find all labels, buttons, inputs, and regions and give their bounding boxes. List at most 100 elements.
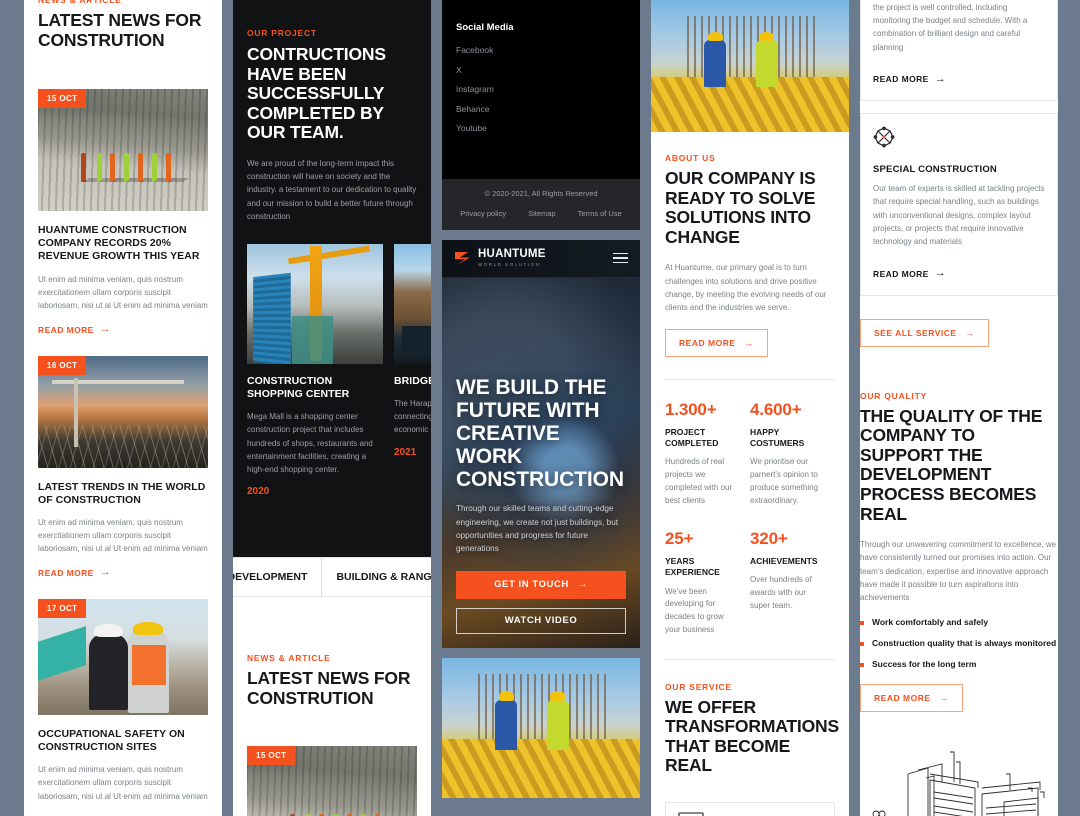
column-service-quality: the project is well controlled, includin… (860, 0, 1058, 816)
project-card[interactable]: CONSTRUCTION SHOPPING CENTER Mega Mall i… (247, 243, 383, 497)
project-card-text: The Harapan important brid connecting tw… (394, 399, 431, 435)
get-in-touch-button[interactable]: GET IN TOUCH → (456, 570, 626, 599)
news-post[interactable]: 15 OCT HUANTUME CONSTRUCTION COMPANY REC… (24, 89, 222, 337)
footer-social-links[interactable]: Facebook X Instagram Behance Youtube (456, 45, 626, 133)
worker-green (755, 31, 778, 88)
quality-heading: THE QUALITY OF THE COMPANY TO SUPPORT TH… (860, 405, 1043, 524)
tab-building-range[interactable]: BUILDING & RANG (321, 558, 431, 597)
hero-secondary-image (442, 657, 640, 798)
scaffolding (291, 315, 333, 364)
project-card-rail[interactable]: CONSTRUCTION SHOPPING CENTER Mega Mall i… (233, 222, 431, 498)
social-link-x[interactable]: X (456, 65, 626, 75)
about-paragraph: At Huantume, our primary goal is to turn… (665, 263, 827, 312)
stat-item: 1.300+ PROJECT COMPLETED Hundreds of rea… (665, 400, 750, 507)
stat-value: 4.600+ (750, 400, 802, 420)
read-more-label: READ MORE (679, 338, 736, 349)
post-title: LATEST TRENDS IN THE WORLD OF CONSTRUCTI… (38, 480, 206, 506)
site-lattice (38, 425, 208, 468)
about-heading: OUR COMPANY IS READY TO SOLVE SOLUTIONS … (665, 168, 816, 247)
service-read-more[interactable]: READ MORE → (873, 268, 946, 279)
service-tab-strip[interactable]: TION & DEVELOPMENT BUILDING & RANG (233, 557, 431, 598)
stat-label: PROJECT COMPLETED (665, 427, 719, 449)
stat-value: 1.300+ (665, 400, 717, 420)
post-read-more[interactable]: READ MORE → (38, 324, 111, 335)
column-news: NEWS & ARTICLE LATEST NEWS FOR CONSTRUTI… (24, 0, 222, 816)
social-link-instagram[interactable]: Instagram (456, 84, 626, 94)
post-excerpt: Ut enim ad minima veniam, quis nostrum e… (38, 765, 208, 801)
arrow-right-icon: → (99, 566, 112, 579)
menu-hamburger-icon[interactable] (613, 250, 628, 267)
service-heading: WE OFFER TRANSFORMATIONS THAT BECOME REA… (665, 696, 839, 776)
read-more-label: READ MORE (873, 268, 929, 279)
project-card-text: Mega Mall is a shopping center construct… (247, 412, 373, 474)
footer-social: Social Media Facebook X Instagram Behanc… (442, 0, 640, 179)
glass-tower (253, 272, 292, 364)
social-link-facebook[interactable]: Facebook (456, 45, 626, 55)
footer-legal-bar: © 2020-2021, All Rights Reserved Privacy… (442, 178, 640, 230)
bullet-text: Construction quality that is always moni… (872, 638, 1057, 649)
project-card[interactable]: BRIDGE CONSTRUC The Harapan important br… (394, 243, 431, 497)
post-read-more[interactable]: READ MORE → (38, 567, 111, 578)
quality-bullet: Work comfortably and safely (860, 617, 1058, 627)
legal-link-sitemap[interactable]: Sitemap (528, 209, 556, 218)
social-link-behance[interactable]: Behance (456, 104, 626, 114)
read-more-label: READ MORE (874, 693, 931, 704)
worker-green (546, 690, 569, 750)
see-all-service-button[interactable]: SEE ALL SERVICE → (860, 318, 989, 347)
about-read-more-button[interactable]: READ MORE → (665, 329, 768, 358)
project-news-block: NEWS & ARTICLE LATEST NEWS FOR CONSTRUTI… (233, 597, 431, 816)
project-dark-spacer (233, 497, 431, 558)
social-link-youtube[interactable]: Youtube (456, 123, 626, 133)
see-all-label: SEE ALL SERVICE (874, 327, 957, 338)
brand-name: HUANTUME (478, 247, 546, 260)
quality-bullet: Construction quality that is always moni… (860, 638, 1058, 648)
service-card-partial[interactable] (665, 802, 835, 816)
project-heading: CONTRUCTIONS HAVE BEEN SUCCESSFULLY COMP… (247, 44, 386, 143)
stat-value: 320+ (750, 529, 788, 549)
stat-description: Over hundreds of awards with our super t… (750, 575, 812, 611)
post-date-badge: 15 OCT (247, 746, 296, 766)
news-post[interactable]: 17 OCT OCCUPATIONAL SAFETY ON CONSTRUCTI… (24, 598, 222, 816)
service-card-special[interactable]: SPECIAL CONSTRUCTION Our team of experts… (860, 113, 1058, 296)
worker-blue (495, 690, 518, 750)
hero-paragraph: Through our skilled teams and cutting-ed… (456, 504, 619, 554)
project-hero: OUR PROJECT CONTRUCTIONS HAVE BEEN SUCCE… (233, 0, 431, 223)
news-post[interactable]: 16 OCT LATEST TRENDS IN THE WORLD OF CON… (24, 355, 222, 581)
service-card-text: the project is well controlled, includin… (873, 3, 1028, 52)
watch-video-label: WATCH VIDEO (504, 615, 578, 626)
quality-paragraph: Through our unwavering commitment to exc… (860, 540, 1057, 602)
service-eyebrow: OUR SERVICE (665, 681, 732, 692)
hero-title: WE BUILD THE FUTURE WITH CREATIVE WORK C… (456, 375, 624, 492)
quality-read-more-button[interactable]: READ MORE → (860, 684, 963, 713)
safety-vest (131, 645, 166, 685)
service-card-cropped[interactable]: the project is well controlled, includin… (860, 0, 1058, 102)
workers-group (53, 152, 192, 182)
skyline-sketch-icon (872, 751, 1045, 816)
stat-label: HAPPY COSTUMERS (750, 427, 805, 449)
brand-logo[interactable]: HUANTUME WORLD SOLUTION (454, 247, 546, 267)
legal-link-privacy[interactable]: Privacy policy (460, 209, 506, 218)
yellow-formwork (442, 738, 640, 798)
legal-link-terms[interactable]: Terms of Use (578, 209, 622, 218)
stat-description: Hundreds of real projects we completed w… (665, 457, 733, 505)
bullet-text: Work comfortably and safely (872, 617, 989, 628)
post-image: 16 OCT (38, 355, 208, 468)
stat-item: 320+ ACHIEVEMENTS Over hundreds of award… (750, 529, 835, 636)
tab-construction-development[interactable]: TION & DEVELOPMENT (233, 558, 321, 596)
service-read-more[interactable]: READ MORE → (873, 72, 947, 85)
watch-video-button[interactable]: WATCH VIDEO (456, 607, 626, 634)
post-date-badge: 17 OCT (38, 598, 87, 618)
read-more-label: READ MORE (38, 324, 94, 335)
legal-links[interactable]: Privacy policy Sitemap Terms of Use (442, 209, 640, 218)
yellow-formwork (651, 76, 849, 132)
read-more-label: READ MORE (873, 74, 929, 85)
column-gap (442, 229, 640, 240)
arrow-right-icon: → (934, 72, 947, 85)
post-title: OCCUPATIONAL SAFETY ON CONSTRUCTION SITE… (38, 727, 185, 754)
service-card-text: Our team of experts is skilled at tackli… (873, 184, 1045, 246)
hero-content: WE BUILD THE FUTURE WITH CREATIVE WORK C… (442, 376, 640, 648)
excavator-arm (38, 626, 86, 681)
huantume-mark-icon (455, 251, 470, 265)
site-header: HUANTUME WORLD SOLUTION (442, 239, 640, 278)
news-heading: LATEST NEWS FOR CONSTRUTION (38, 10, 202, 50)
